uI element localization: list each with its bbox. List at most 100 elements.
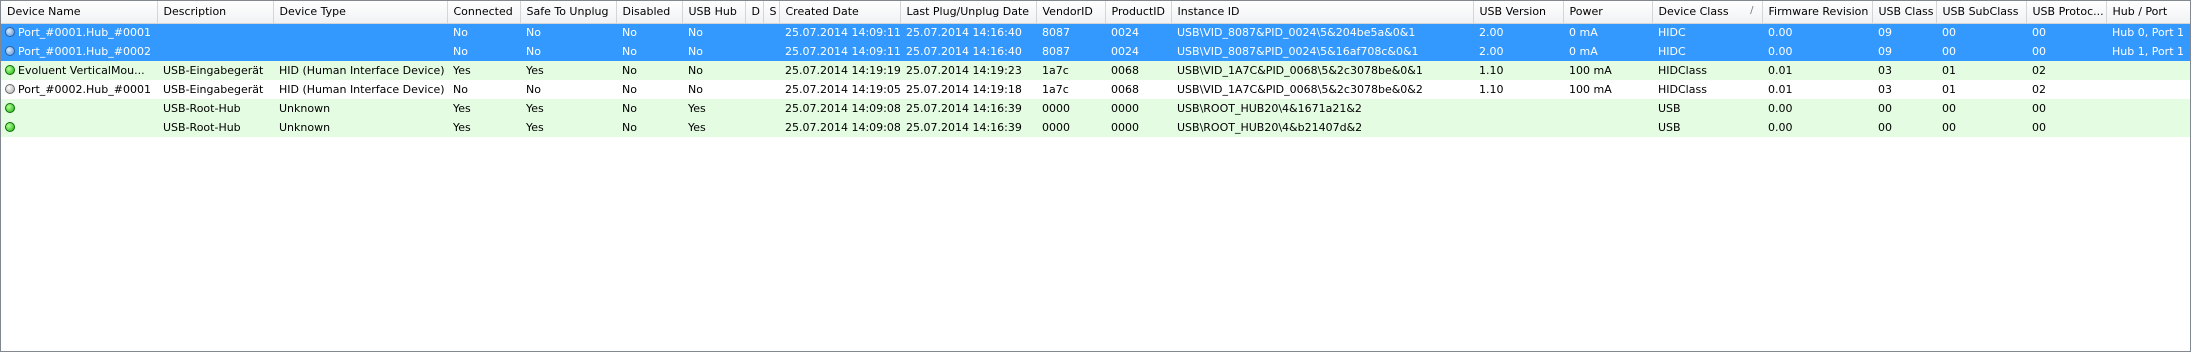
cell-d: [745, 23, 763, 42]
device-row[interactable]: Port_#0001.Hub_#0002 No No No No 25.07.2014 1…: [1, 42, 2190, 61]
cell-device-type: HID (Human Interface Device): [273, 61, 447, 80]
cell-product-id: 0000: [1105, 118, 1171, 137]
cell-text: Hub 0, Port 1: [2112, 26, 2185, 40]
cell-text: 0 mA: [1569, 26, 1598, 40]
device-row[interactable]: Evoluent VerticalMou... USB-Eingabegerät H…: [1, 61, 2190, 80]
column-header-device-type[interactable]: Device Type: [273, 1, 448, 24]
column-header-usb-class[interactable]: USB Class: [1872, 1, 1937, 24]
cell-text: 00: [2032, 45, 2046, 58]
column-header-power[interactable]: Power: [1563, 1, 1653, 24]
cell-text: No: [526, 26, 541, 40]
cell-s: [763, 61, 779, 80]
cell-text: No: [622, 102, 637, 115]
cell-text: USB: [1658, 102, 1681, 115]
cell-firmware-revision: 0.00: [1762, 42, 1872, 61]
column-header-last-plug-date[interactable]: Last Plug/Unplug Date: [900, 1, 1037, 24]
cell-text: No: [688, 64, 703, 77]
cell-firmware-revision: 0.00: [1762, 99, 1872, 118]
cell-disabled: No: [616, 99, 682, 118]
cell-text: USB\ROOT_HUB20\4&b21407d&2: [1177, 121, 1363, 134]
column-header-firmware-revision[interactable]: Firmware Revision: [1762, 1, 1873, 24]
green-status-icon: [5, 65, 15, 75]
cell-connected: No: [447, 23, 520, 42]
cell-safe-to-unplug: No: [520, 80, 616, 99]
cell-text: 0.00: [1768, 102, 1793, 115]
cell-power: 100 mA: [1563, 61, 1652, 80]
cell-connected: Yes: [447, 118, 520, 137]
cell-device-type: HID (Human Interface Device): [273, 80, 447, 99]
cell-usb-class: 09: [1872, 42, 1936, 61]
cell-text: 1.10: [1479, 83, 1504, 96]
device-row[interactable]: Port_#0002.Hub_#0001 USB-Eingabegerät HID …: [1, 80, 2190, 99]
column-header-usb-hub[interactable]: USB Hub: [682, 1, 746, 24]
cell-last-plug-date: 25.07.2014 14:16:40: [900, 23, 1036, 42]
column-header-label: Device Type: [279, 5, 346, 19]
column-header-label: Disabled: [622, 5, 671, 19]
column-header-product-id[interactable]: ProductID: [1105, 1, 1172, 24]
cell-text: Hub 1, Port 1: [2112, 45, 2185, 58]
column-header-connected[interactable]: Connected: [447, 1, 521, 24]
cell-text: HIDC: [1658, 45, 1686, 58]
cell-usb-version: 1.10: [1473, 80, 1563, 99]
cell-text: Yes: [526, 102, 544, 115]
cell-usb-hub: No: [682, 42, 745, 61]
cell-created-date: 25.07.2014 14:09:08: [779, 118, 900, 137]
cell-firmware-revision: 0.00: [1762, 23, 1872, 42]
column-header-device-name[interactable]: Device Name: [1, 1, 158, 24]
cell-text: HIDClass: [1658, 83, 1707, 96]
cell-text: USB\VID_8087&PID_0024\5&204be5a&0&1: [1177, 26, 1416, 40]
column-header-description[interactable]: Description: [157, 1, 274, 24]
column-header-d[interactable]: D: [745, 1, 764, 24]
column-header-label: Firmware Revision: [1768, 5, 1869, 19]
cell-text: No: [526, 83, 541, 96]
cell-product-id: 0068: [1105, 80, 1171, 99]
cell-disabled: No: [616, 61, 682, 80]
column-header-hub-port[interactable]: Hub / Port: [2106, 1, 2190, 24]
column-header-usb-version[interactable]: USB Version: [1473, 1, 1564, 24]
cell-text: No: [688, 26, 703, 40]
cell-usb-class: 09: [1872, 23, 1936, 42]
cell-text: 0.00: [1768, 26, 1793, 40]
cell-firmware-revision: 0.00: [1762, 118, 1872, 137]
cell-description: USB-Eingabegerät: [157, 80, 273, 99]
column-header-disabled[interactable]: Disabled: [616, 1, 683, 24]
cell-text: 02: [2032, 83, 2046, 96]
cell-text: USB\VID_1A7C&PID_0068\5&2c3078be&0&2: [1177, 83, 1423, 96]
column-header-created-date[interactable]: Created Date: [779, 1, 901, 24]
cell-text: 25.07.2014 14:16:39: [906, 102, 1022, 115]
column-header-usb-protocol[interactable]: USB Protoc...: [2026, 1, 2107, 24]
cell-text: No: [622, 45, 637, 58]
cell-text: No: [688, 83, 703, 96]
device-list-view[interactable]: Device Name Description Device Type Connect…: [0, 0, 2191, 352]
column-header-instance-id[interactable]: Instance ID: [1171, 1, 1474, 24]
column-header-label: Device Name: [7, 5, 81, 19]
cell-text: Yes: [453, 64, 471, 77]
cell-device-name: Port_#0001.Hub_#0001: [1, 23, 157, 42]
cell-usb-hub: Yes: [682, 118, 745, 137]
column-header-usb-subclass[interactable]: USB SubClass: [1936, 1, 2027, 24]
column-header-safe-to-unplug[interactable]: Safe To Unplug: [520, 1, 617, 24]
cell-hub-port: [2106, 80, 2190, 99]
column-header-s[interactable]: S: [763, 1, 780, 24]
gray-status-icon: [5, 84, 15, 94]
cell-text: HID (Human Interface Device): [279, 83, 445, 96]
column-header-vendor-id[interactable]: VendorID: [1036, 1, 1106, 24]
cell-text: 0000: [1042, 102, 1070, 115]
cell-text: 0.01: [1768, 64, 1793, 77]
cell-text: Unknown: [279, 102, 331, 115]
cell-text: USB-Eingabegerät: [163, 83, 264, 96]
device-row[interactable]: USB-Root-Hub Unknown Yes Yes No Yes 25.07.2014…: [1, 99, 2190, 118]
device-row[interactable]: USB-Root-Hub Unknown Yes Yes No Yes 25.07.2014…: [1, 118, 2190, 137]
cell-last-plug-date: 25.07.2014 14:16:40: [900, 42, 1036, 61]
cell-vendor-id: 0000: [1036, 99, 1105, 118]
cell-power: 100 mA: [1563, 80, 1652, 99]
column-header-device-class[interactable]: Device Class /: [1652, 1, 1763, 24]
device-row[interactable]: Port_#0001.Hub_#0001 No No No No 25.07.2014 1…: [1, 23, 2190, 42]
cell-text: 00: [1942, 121, 1956, 134]
cell-vendor-id: 0000: [1036, 118, 1105, 137]
cell-text: USB-Root-Hub: [163, 121, 241, 134]
cell-hub-port: Hub 1, Port 1: [2106, 42, 2190, 61]
green-status-icon: [5, 103, 15, 113]
cell-text: 00: [2032, 26, 2046, 40]
cell-connected: No: [447, 80, 520, 99]
